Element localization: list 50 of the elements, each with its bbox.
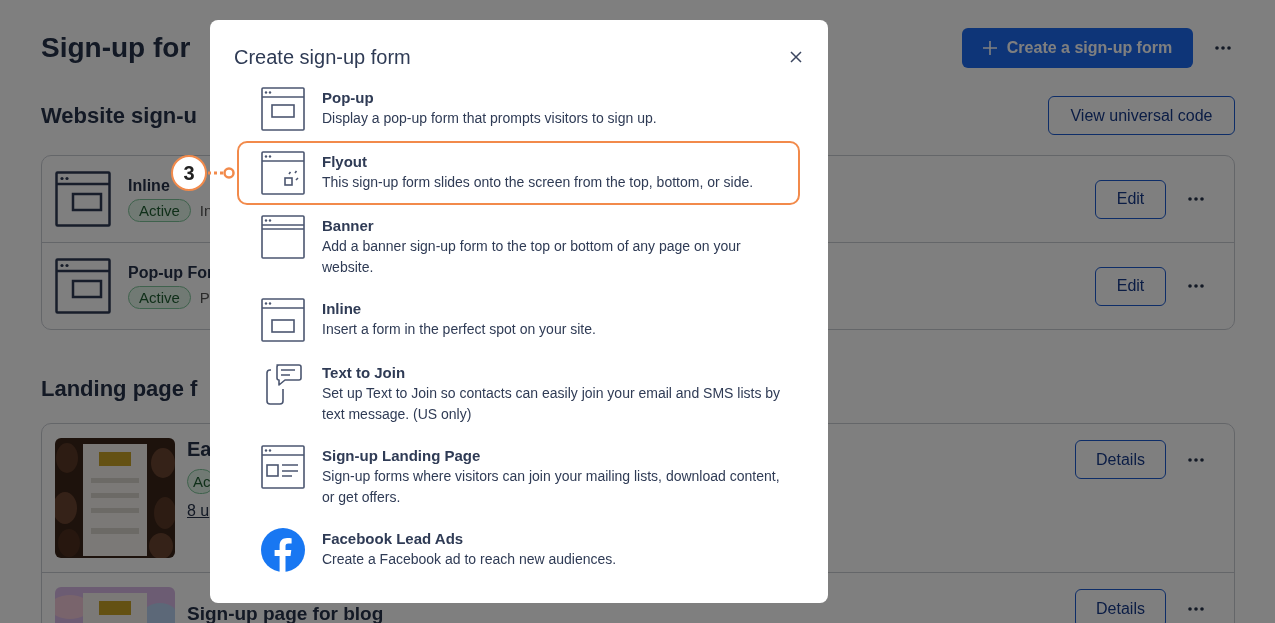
browser-window-icon [55,258,111,314]
option-title: Text to Join [322,363,407,383]
option-title: Pop-up [322,88,375,108]
more-icon[interactable] [1188,197,1204,201]
browser-window-icon [261,215,305,259]
form-type-option[interactable]: Sign-up Landing Page Sign-up forms where visitors can join your mailing lists, download content, or get offers. [237,435,800,518]
option-title: Banner [322,216,375,236]
form-type-option[interactable]: Banner Add a banner sign-up form to the top or bottom of any page on your website. [237,205,800,288]
option-title: Facebook Lead Ads [322,529,465,549]
browser-window-icon [261,151,305,195]
section-heading: Website sign-u [41,102,198,129]
option-description: Create a Facebook ad to reach new audiences. [322,550,618,569]
edit-button[interactable]: Edit [1095,266,1166,306]
option-description: Insert a form in the perfect spot on your site. [322,320,597,339]
form-type-option[interactable]: Inline Insert a form in the perfect spot on your site. [237,288,800,352]
option-description: Sign-up forms where visitors can join your mailing lists, download content, or get offers. [322,467,781,507]
page-title: Sign-up for [41,32,191,64]
browser-window-icon [261,445,305,489]
view-code-button[interactable]: View universal code [1048,96,1235,135]
option-title: Flyout [322,152,368,172]
more-icon[interactable] [1215,46,1231,50]
details-button[interactable]: Details [1075,440,1166,479]
more-icon[interactable] [1188,457,1204,462]
edit-button[interactable]: Edit [1095,179,1166,219]
more-icon[interactable] [1188,606,1204,611]
dialog-title: Create sign-up form [234,45,411,69]
option-description: Display a pop-up form that prompts visitors to sign up. [322,109,658,128]
section-heading: Landing page f [41,376,198,402]
units-link[interactable]: 8 u [187,502,210,520]
status-badge: Active [128,198,191,222]
more-icon[interactable] [1188,284,1204,288]
form-type-option[interactable]: Pop-up Display a pop-up form that prompts visitors to sign up. [237,77,800,141]
form-type-option[interactable]: Flyout This sign-up form slides onto the screen from the top, bottom, or side. [237,141,800,205]
option-description: Set up Text to Join so contacts can easily join your email and SMS lists by text message. (US only) [322,384,782,424]
create-form-button[interactable]: Create a sign-up form [962,28,1193,68]
facebook-f-icon [261,528,305,572]
status-badge: Active [128,285,191,309]
close-icon[interactable] [790,51,802,63]
details-button[interactable]: Details [1075,589,1166,623]
plus-icon [982,41,997,55]
form-type: P [199,288,210,306]
option-description: This sign-up form slides onto the screen from the top, bottom, or side. [322,173,755,192]
option-title: Sign-up Landing Page [322,446,482,466]
browser-window-icon [55,171,111,227]
form-type-option[interactable]: Facebook Lead Ads Create a Facebook ad to reach new audiences. [237,518,800,582]
browser-window-icon [261,87,305,131]
option-title: Inline [322,299,363,319]
form-type-option[interactable]: Text to Join Set up Text to Join so contacts can easily join your email and SMS lists by text message. (US only) [237,352,800,435]
browser-window-icon [261,298,305,342]
option-description: Add a banner sign-up form to the top or bottom of any page on your website. [322,237,742,277]
